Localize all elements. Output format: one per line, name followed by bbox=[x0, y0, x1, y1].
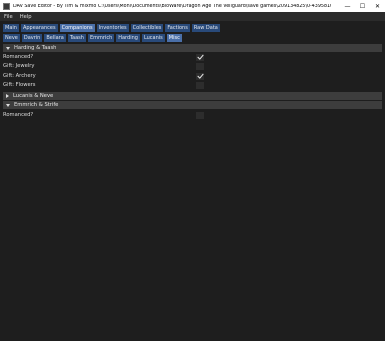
tab-appearances[interactable]: Appearances bbox=[20, 23, 58, 32]
tab-raw-data[interactable]: Raw Data bbox=[191, 23, 220, 32]
expanded-arrow-icon bbox=[6, 103, 10, 107]
romanced-checkbox[interactable] bbox=[196, 111, 204, 119]
tab-companions[interactable]: Companions bbox=[59, 23, 95, 32]
option-row: Romanced? bbox=[3, 111, 382, 119]
romanced-checkbox[interactable] bbox=[196, 53, 204, 61]
tab-harding[interactable]: Harding bbox=[116, 33, 140, 42]
option-row: Gift: Archery bbox=[3, 72, 382, 80]
tab-bellara[interactable]: Bellara bbox=[44, 33, 66, 42]
gift-flowers-checkbox[interactable] bbox=[196, 81, 204, 89]
close-button[interactable]: ✕ bbox=[370, 0, 385, 12]
option-row: Gift: Flowers bbox=[3, 81, 382, 89]
gift-jewelry-checkbox[interactable] bbox=[196, 62, 204, 70]
tab-inventories[interactable]: Inventories bbox=[96, 23, 129, 32]
tab-collectibles[interactable]: Collectibles bbox=[130, 23, 164, 32]
companion-tab-bar: Neve Davrin Bellara Taash Emmrich Hardin… bbox=[3, 33, 184, 42]
tab-taash[interactable]: Taash bbox=[67, 33, 86, 42]
section-title: Emmrich & Strife bbox=[14, 102, 59, 108]
section-header-emmrich-strife[interactable]: Emmrich & Strife bbox=[3, 101, 382, 109]
menu-bar: File Help bbox=[0, 12, 385, 21]
window-title: DAV Save Editor - By Tim & mixmo C:\User… bbox=[13, 3, 331, 9]
section-title: Lucanis & Neve bbox=[13, 93, 54, 99]
menu-file[interactable]: File bbox=[4, 14, 13, 20]
menu-help[interactable]: Help bbox=[20, 14, 32, 20]
option-row: Gift: Jewelry bbox=[3, 62, 382, 70]
section-title: Harding & Taash bbox=[14, 45, 57, 51]
expanded-arrow-icon bbox=[6, 46, 10, 50]
section-header-lucanis-neve[interactable]: Lucanis & Neve bbox=[3, 92, 382, 100]
option-row: Romanced? bbox=[3, 53, 382, 61]
window-titlebar: DAV Save Editor - By Tim & mixmo C:\User… bbox=[0, 0, 385, 12]
maximize-button[interactable]: ☐ bbox=[355, 0, 370, 12]
tab-neve[interactable]: Neve bbox=[3, 33, 20, 42]
option-label: Romanced? bbox=[3, 112, 34, 118]
tab-emmrich[interactable]: Emmrich bbox=[87, 33, 115, 42]
tab-factions[interactable]: Factions bbox=[165, 23, 190, 32]
option-label: Gift: Archery bbox=[3, 73, 36, 79]
tab-misc[interactable]: Misc bbox=[166, 33, 182, 42]
checkmark-icon bbox=[196, 73, 204, 79]
app-icon bbox=[3, 2, 10, 10]
collapsed-arrow-icon bbox=[6, 94, 9, 98]
option-label: Gift: Jewelry bbox=[3, 63, 35, 69]
minimize-button[interactable]: — bbox=[340, 0, 355, 12]
tab-lucanis[interactable]: Lucanis bbox=[141, 33, 165, 42]
tab-davrin[interactable]: Davrin bbox=[21, 33, 43, 42]
option-label: Romanced? bbox=[3, 54, 34, 60]
gift-archery-checkbox[interactable] bbox=[196, 72, 204, 80]
option-label: Gift: Flowers bbox=[3, 82, 36, 88]
section-header-harding-taash[interactable]: Harding & Taash bbox=[3, 44, 382, 52]
checkmark-icon bbox=[196, 54, 204, 60]
tab-main[interactable]: Main bbox=[3, 23, 19, 32]
main-tab-bar: Main Appearances Companions Inventories … bbox=[3, 23, 222, 32]
